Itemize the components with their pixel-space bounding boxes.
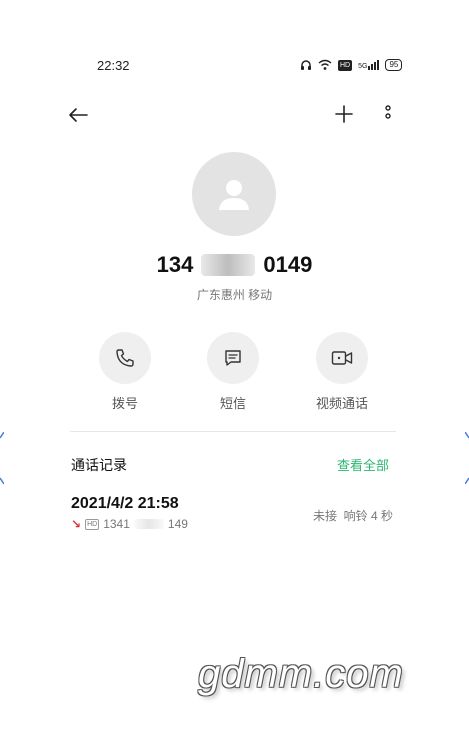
left-edge-indicator-icon bbox=[0, 432, 4, 484]
call-log-number-prefix: 1341 bbox=[103, 517, 130, 531]
message-icon bbox=[225, 350, 241, 366]
missed-call-icon: ↘ bbox=[71, 517, 82, 531]
sms-circle[interactable] bbox=[207, 332, 259, 384]
sms-button[interactable]: 短信 bbox=[193, 332, 273, 412]
signal-icon: 5G bbox=[358, 60, 380, 70]
more-vertical-icon bbox=[385, 105, 391, 119]
status-time: 22:32 bbox=[97, 58, 130, 73]
phone-number-prefix: 134 bbox=[156, 252, 194, 277]
back-button[interactable] bbox=[64, 102, 92, 128]
wifi-icon bbox=[318, 59, 332, 70]
battery-icon: 95 bbox=[385, 59, 403, 71]
video-call-circle[interactable] bbox=[316, 332, 368, 384]
call-button[interactable]: 拨号 bbox=[85, 332, 165, 412]
section-divider bbox=[70, 431, 396, 432]
person-icon bbox=[219, 180, 249, 210]
more-options-button[interactable] bbox=[377, 101, 399, 127]
phone-number-suffix: 0149 bbox=[263, 252, 313, 277]
phone-icon bbox=[116, 349, 134, 367]
view-all-link[interactable]: 查看全部 bbox=[337, 455, 389, 474]
right-edge-indicator-icon bbox=[465, 432, 469, 484]
video-call-icon bbox=[331, 351, 353, 365]
arrow-left-icon bbox=[69, 108, 88, 122]
number-mask bbox=[201, 254, 256, 276]
call-log-datetime[interactable]: 2021/4/2 21:58 bbox=[71, 495, 179, 513]
hd-badge-icon: HD bbox=[85, 518, 100, 530]
plus-icon bbox=[335, 105, 353, 123]
watermark: gdmm.com bbox=[198, 652, 404, 696]
network-type: 5G bbox=[358, 63, 368, 70]
call-log-title: 通话记录 bbox=[71, 457, 127, 473]
video-call-label: 视频通话 bbox=[315, 396, 368, 411]
call-circle[interactable] bbox=[99, 332, 151, 384]
contact-avatar bbox=[192, 152, 276, 236]
number-location: 广东惠州 移动 bbox=[196, 288, 273, 302]
hd-voice-icon: HD bbox=[338, 59, 353, 71]
call-log-detail: ↘ HD 1341 149 bbox=[71, 517, 188, 531]
call-log-number-suffix: 149 bbox=[167, 517, 188, 531]
sms-label: 短信 bbox=[219, 396, 246, 411]
call-log-status: 未接 响铃 4 秒 bbox=[313, 509, 394, 523]
add-contact-button[interactable] bbox=[331, 101, 357, 127]
headset-icon bbox=[301, 60, 311, 70]
call-log-number-mask bbox=[133, 519, 164, 529]
status-icons: HD 5G 95 bbox=[300, 58, 403, 72]
phone-number: 134 0149 bbox=[0, 252, 469, 278]
call-label: 拨号 bbox=[111, 396, 138, 411]
video-call-button[interactable]: 视频通话 bbox=[302, 332, 382, 412]
